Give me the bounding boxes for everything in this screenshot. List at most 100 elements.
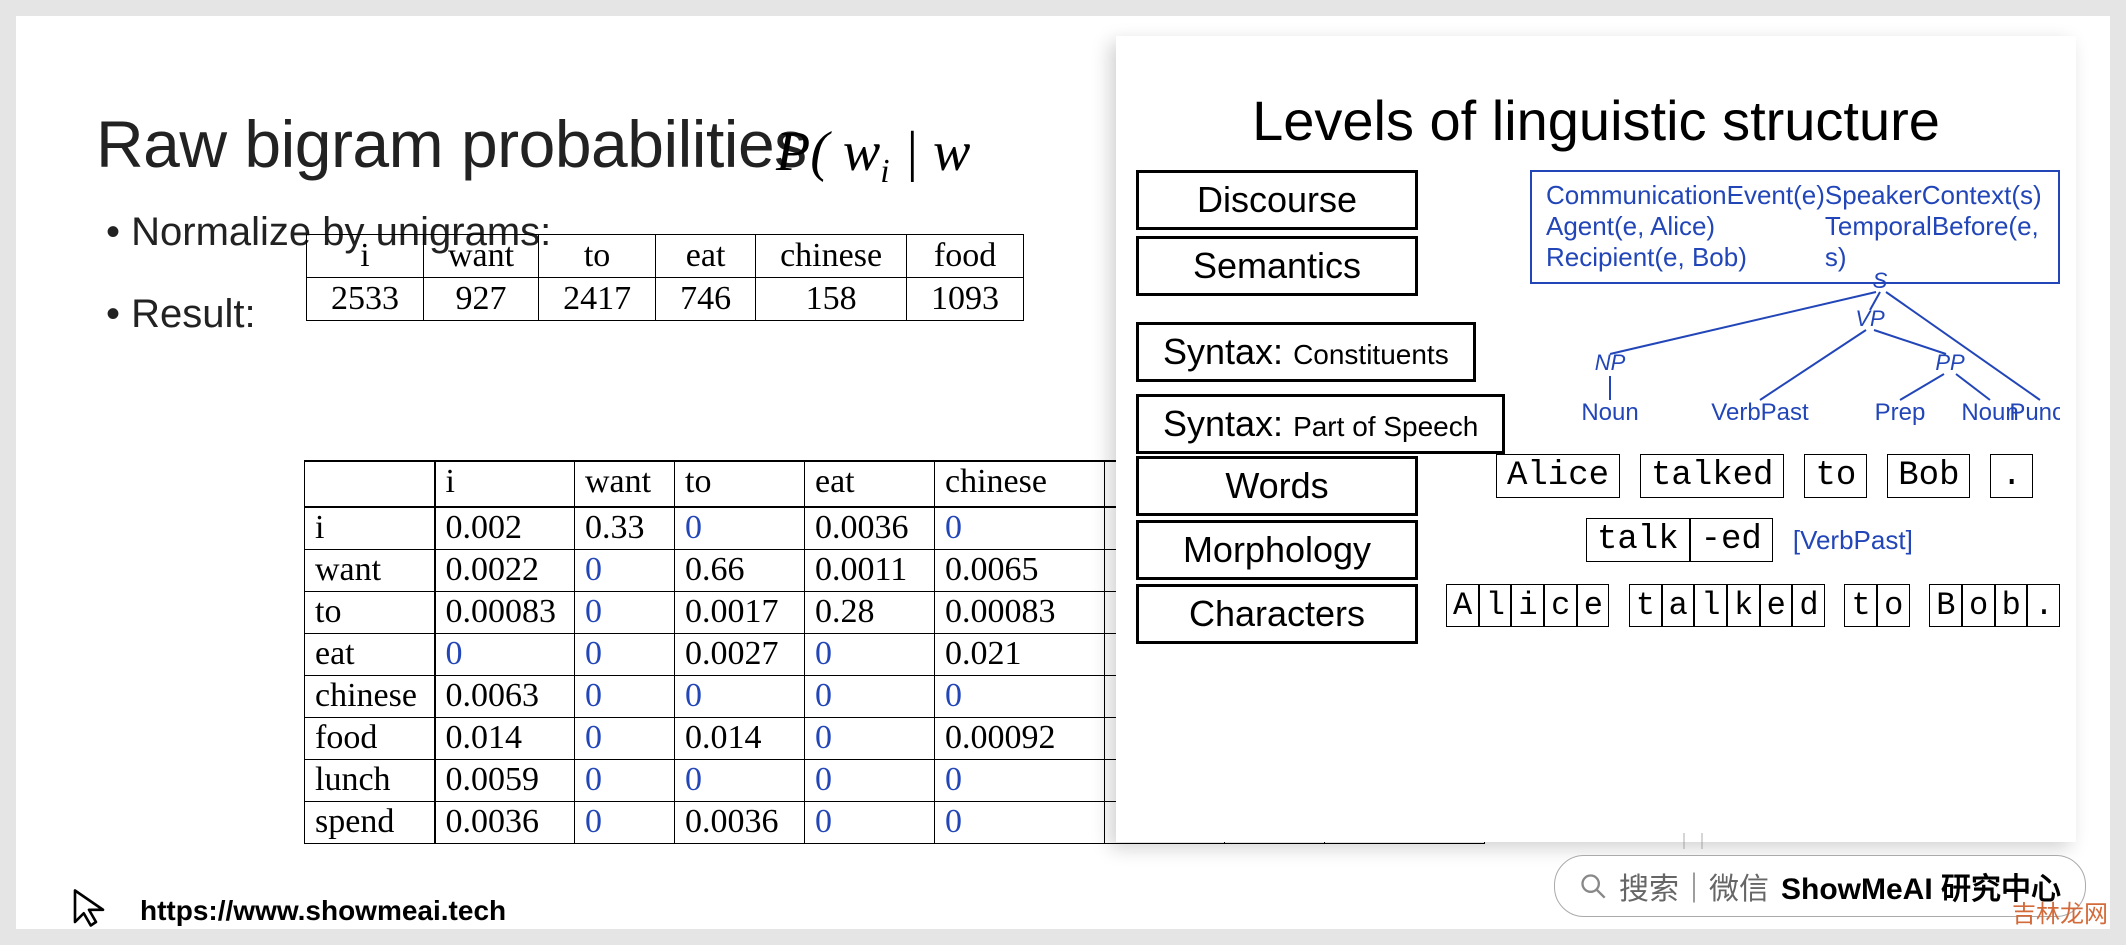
char-token: o	[1877, 584, 1910, 627]
level-box: Words	[1136, 456, 1418, 516]
bigram-row-header: spend	[305, 801, 435, 843]
bigram-cell: 0.00083	[935, 591, 1105, 633]
formula: P( wi | w	[776, 120, 970, 191]
bigram-col-header: chinese	[935, 461, 1105, 507]
bigram-cell: 0.00083	[435, 591, 575, 633]
bigram-row-header: to	[305, 591, 435, 633]
syntax-tree: S VP NP PP Noun VerbPast Prep Noun Punct	[1520, 270, 2060, 440]
bigram-cell: 0.33	[575, 507, 675, 549]
bigram-cell: 0.0065	[935, 549, 1105, 591]
bigram-col-header: want	[575, 461, 675, 507]
characters-row: AlicetalkedtoBob.	[1446, 584, 2060, 627]
unigram-header: chinese	[756, 235, 907, 278]
bigram-cell: 0	[805, 759, 935, 801]
word-token: Bob	[1887, 454, 1970, 498]
bigram-cell: 0	[575, 591, 675, 633]
bigram-cell: 0.0017	[675, 591, 805, 633]
bigram-cell: 0	[575, 801, 675, 843]
char-token: .	[2027, 584, 2060, 627]
bigram-cell: 0.0036	[675, 801, 805, 843]
tree-node-pp: PP	[1935, 350, 1965, 375]
tree-leaf-0: Noun	[1581, 399, 1638, 426]
morph-stem: talk	[1586, 518, 1690, 562]
unigram-table: iwanttoeatchinesefood 253392724177461581…	[306, 234, 1024, 321]
watermark: 吉林龙网	[2012, 894, 2108, 929]
word-token: talked	[1640, 454, 1784, 498]
level-box: Semantics	[1136, 236, 1418, 296]
tree-leaf-1: VerbPast	[1711, 399, 1809, 426]
char-token: i	[1511, 584, 1544, 627]
char-token: k	[1727, 584, 1760, 627]
char-token: o	[1962, 584, 1995, 627]
cursor-icon	[68, 887, 110, 929]
bigram-cell: 0.66	[675, 549, 805, 591]
bigram-cell: 0.0063	[435, 675, 575, 717]
sem-pred: SpeakerContext(s)	[1825, 180, 2044, 211]
bigram-cell: 0	[675, 507, 805, 549]
char-token: c	[1544, 584, 1577, 627]
unigram-header: to	[539, 235, 656, 278]
bigram-cell: 0	[935, 507, 1105, 549]
tree-leaf-4: Punct	[2009, 399, 2060, 426]
bigram-col-header: to	[675, 461, 805, 507]
sem-pred: Agent(e, Alice)	[1546, 211, 1825, 242]
search-pill[interactable]: 搜索｜微信 ShowMeAI 研究中心	[1554, 855, 2086, 917]
note-result: • Result:	[106, 292, 256, 337]
bigram-cell: 0.0022	[435, 549, 575, 591]
unigram-value: 1093	[907, 278, 1024, 321]
bigram-cell: 0.0027	[675, 633, 805, 675]
char-token: B	[1929, 584, 1962, 627]
bigram-cell: 0	[805, 801, 935, 843]
bigram-cell: 0	[575, 675, 675, 717]
pager: ｜｜	[1676, 828, 1712, 852]
bigram-cell: 0	[435, 633, 575, 675]
bigram-cell: 0	[575, 759, 675, 801]
words-row: Alice talked to Bob.	[1496, 454, 2060, 498]
sem-pred: TemporalBefore(e, s)	[1825, 211, 2044, 273]
bigram-cell: 0.28	[805, 591, 935, 633]
footer-link[interactable]: https://www.showmeai.tech	[140, 895, 506, 927]
bigram-cell: 0	[935, 801, 1105, 843]
char-token: t	[1629, 584, 1662, 627]
bigram-cell: 0.014	[435, 717, 575, 759]
bigram-cell: 0.0036	[435, 801, 575, 843]
unigram-value: 158	[756, 278, 907, 321]
bigram-cell: 0.0011	[805, 549, 935, 591]
bigram-col-header: eat	[805, 461, 935, 507]
level-box: Syntax: Part of Speech	[1136, 394, 1505, 454]
overlay-title: Levels of linguistic structure	[1116, 88, 2076, 153]
tree-node-vp: VP	[1855, 306, 1885, 331]
char-token: l	[1479, 584, 1512, 627]
level-box: Syntax: Constituents	[1136, 322, 1476, 382]
word-token: to	[1804, 454, 1867, 498]
bigram-cell: 0	[805, 717, 935, 759]
bigram-cell: 0.014	[675, 717, 805, 759]
tree-node-s: S	[1873, 270, 1888, 293]
tree-leaf-2: Prep	[1875, 399, 1926, 426]
bigram-col-header: i	[435, 461, 575, 507]
bigram-cell: 0	[575, 633, 675, 675]
bigram-row-header: food	[305, 717, 435, 759]
slide: Raw bigram probabilities P( wi | w • Nor…	[16, 16, 2110, 929]
word-token: .	[1990, 454, 2032, 498]
char-token: d	[1792, 584, 1825, 627]
bigram-cell: 0	[935, 675, 1105, 717]
bigram-cell: 0.002	[435, 507, 575, 549]
bigram-cell: 0	[805, 675, 935, 717]
tree-node-np: NP	[1595, 350, 1626, 375]
morph-tag: [VerbPast]	[1793, 525, 1913, 556]
unigram-value: 746	[656, 278, 756, 321]
char-token: A	[1446, 584, 1479, 627]
morphology-row: talk -ed [VerbPast]	[1586, 518, 2060, 562]
unigram-header: want	[424, 235, 539, 278]
unigram-value: 927	[424, 278, 539, 321]
search-prefix: 搜索｜微信	[1619, 864, 1769, 908]
level-box: Morphology	[1136, 520, 1418, 580]
bigram-row-header: lunch	[305, 759, 435, 801]
bigram-row-header: chinese	[305, 675, 435, 717]
bigram-cell: 0	[575, 549, 675, 591]
unigram-value: 2417	[539, 278, 656, 321]
word-token: Alice	[1496, 454, 1620, 498]
unigram-header: i	[307, 235, 424, 278]
bigram-cell: 0	[805, 633, 935, 675]
